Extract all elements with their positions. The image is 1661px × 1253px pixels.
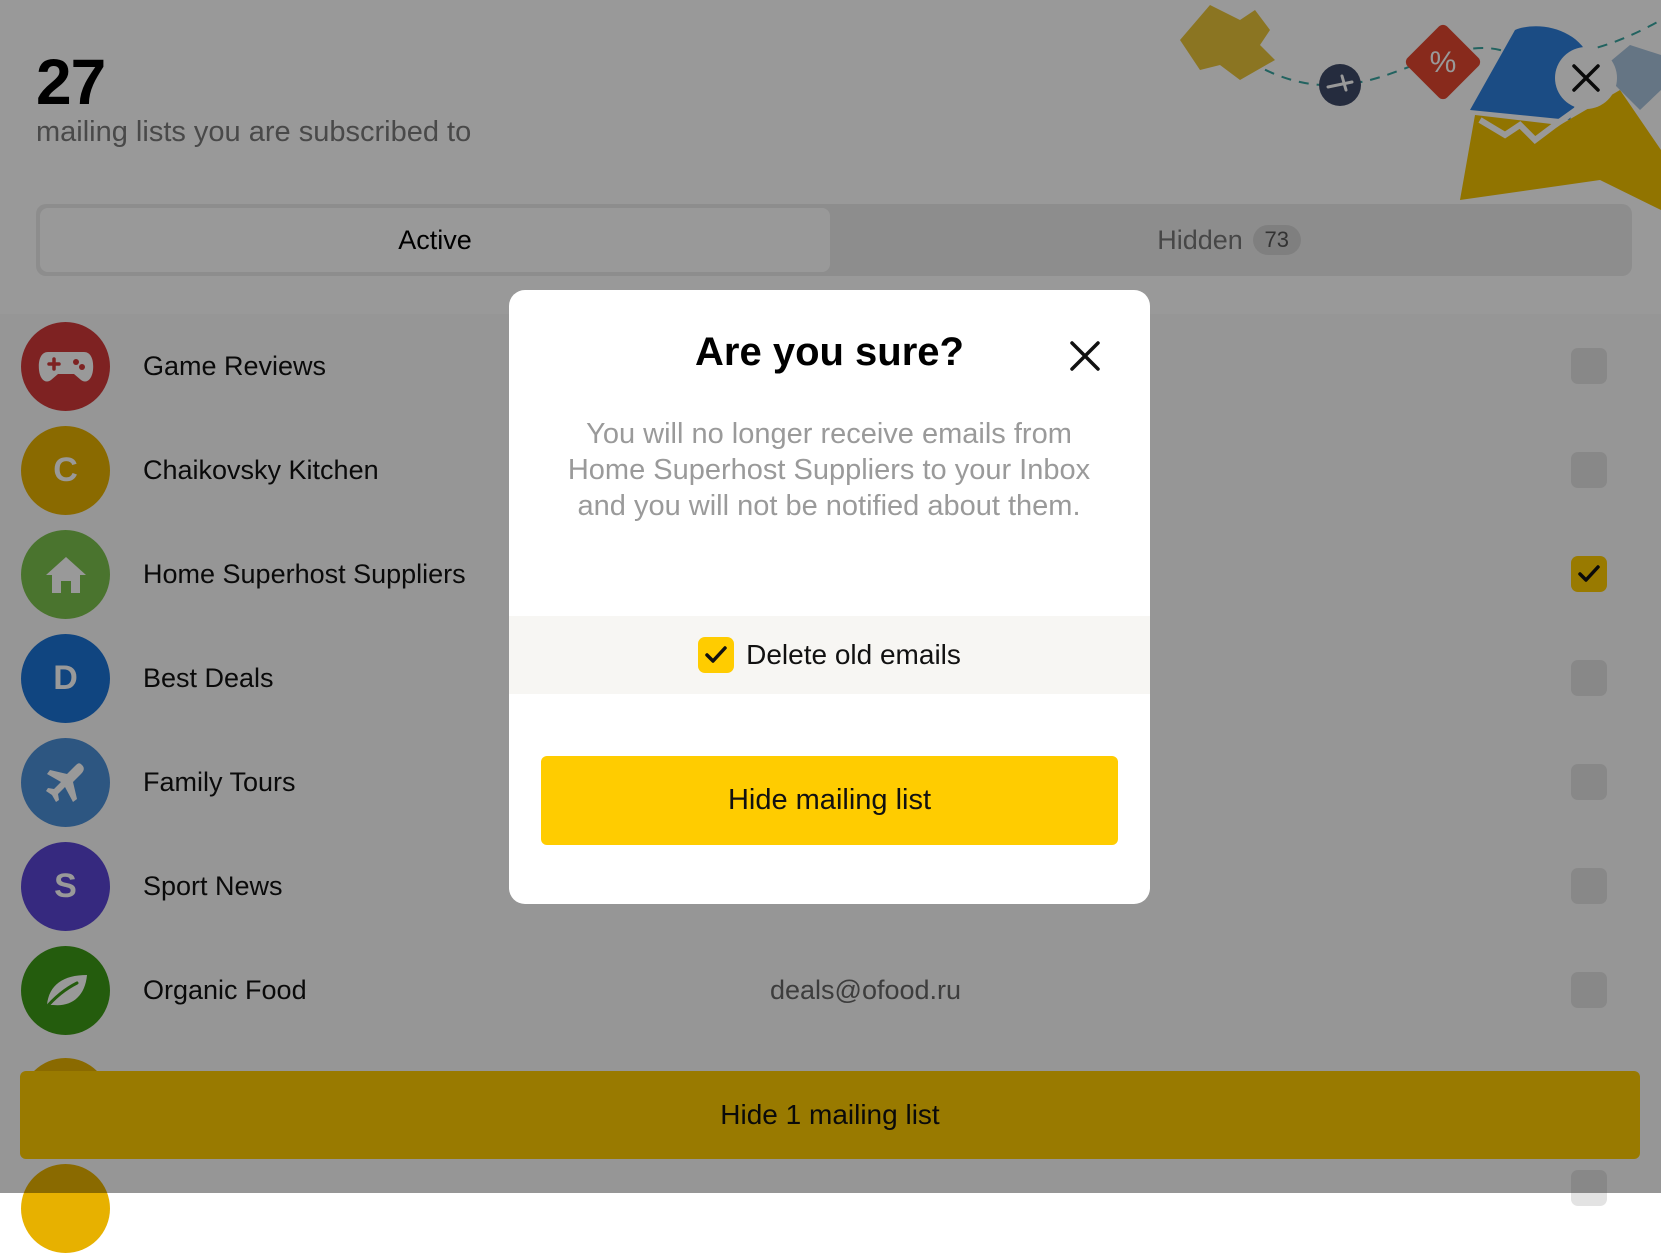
mailing-lists-page: % 27 mailing lists you are subscribed to… [0,0,1661,1253]
close-icon [1070,341,1100,371]
dialog-close-button[interactable] [1065,336,1105,376]
checkmark-icon [705,646,727,663]
hide-mailing-list-label: Hide mailing list [727,784,932,816]
delete-old-emails-option[interactable]: Delete old emails [509,616,1150,694]
hide-mailing-list-button[interactable]: Hide mailing list [541,756,1118,845]
delete-old-emails-label: Delete old emails [746,639,961,670]
confirm-dialog: Are you sure? You will no longer receive… [509,290,1150,904]
dialog-message: You will no longer receive emails from H… [567,418,1091,522]
delete-old-emails-checkbox[interactable] [698,637,735,673]
dialog-title: Are you sure? [695,330,964,374]
